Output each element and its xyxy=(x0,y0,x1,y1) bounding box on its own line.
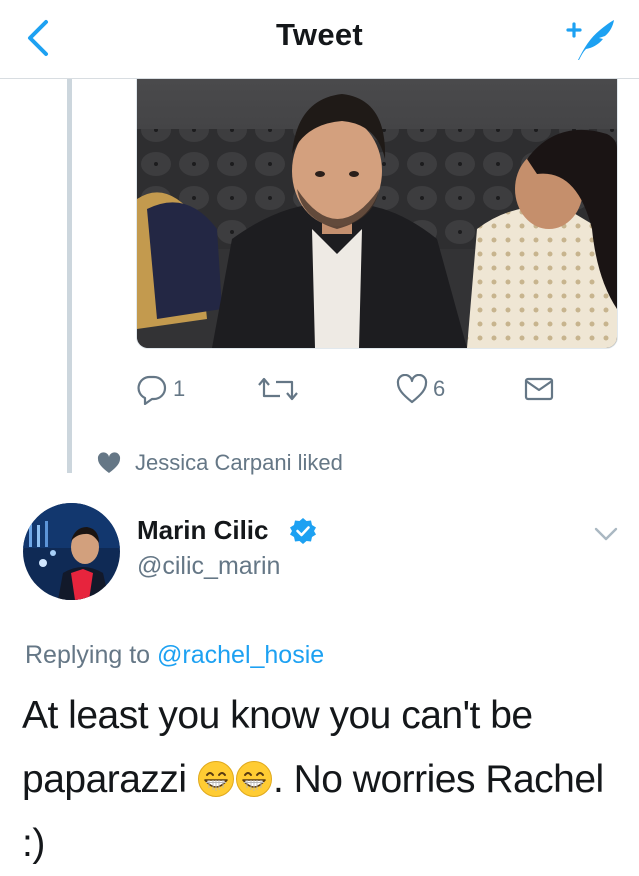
avatar[interactable] xyxy=(23,503,120,600)
verified-badge-icon xyxy=(290,518,316,544)
direct-message-action[interactable] xyxy=(524,372,554,406)
page-title: Tweet xyxy=(275,17,364,52)
thread-connector-line xyxy=(67,79,72,473)
grinning-face-emoji-icon xyxy=(197,761,234,797)
like-action[interactable]: 6 xyxy=(396,372,445,406)
chevron-down-icon[interactable] xyxy=(593,524,619,544)
author-name[interactable]: Marin Cilic xyxy=(137,515,268,546)
like-count: 6 xyxy=(433,376,446,401)
reply-icon xyxy=(137,375,167,405)
top-nav-bar: Tweet xyxy=(0,0,639,79)
retweet-icon xyxy=(258,377,298,401)
liked-by-text: Jessica Carpani liked xyxy=(135,450,343,475)
envelope-icon xyxy=(524,377,554,401)
filled-heart-icon xyxy=(97,452,121,473)
replying-to-line: Replying to @rachel_hosie xyxy=(25,641,324,670)
heart-icon xyxy=(396,374,428,404)
tweet-photo[interactable] xyxy=(136,79,618,349)
replying-prefix: Replying to xyxy=(25,641,151,669)
replying-to-link[interactable]: @rachel_hosie xyxy=(157,641,324,669)
tweet-text: At least you know you can't be paparazzi… xyxy=(22,684,617,876)
avatar-image xyxy=(23,503,120,600)
compose-tweet-icon[interactable] xyxy=(564,14,616,62)
author-handle[interactable]: @cilic_marin xyxy=(137,552,280,581)
photo-image xyxy=(137,79,617,348)
social-context-liked: Jessica Carpani liked xyxy=(97,448,343,478)
reply-action[interactable]: 1 xyxy=(136,372,185,406)
retweet-action[interactable] xyxy=(258,372,298,406)
grinning-face-emoji-icon xyxy=(235,761,272,797)
reply-count: 1 xyxy=(173,376,186,401)
